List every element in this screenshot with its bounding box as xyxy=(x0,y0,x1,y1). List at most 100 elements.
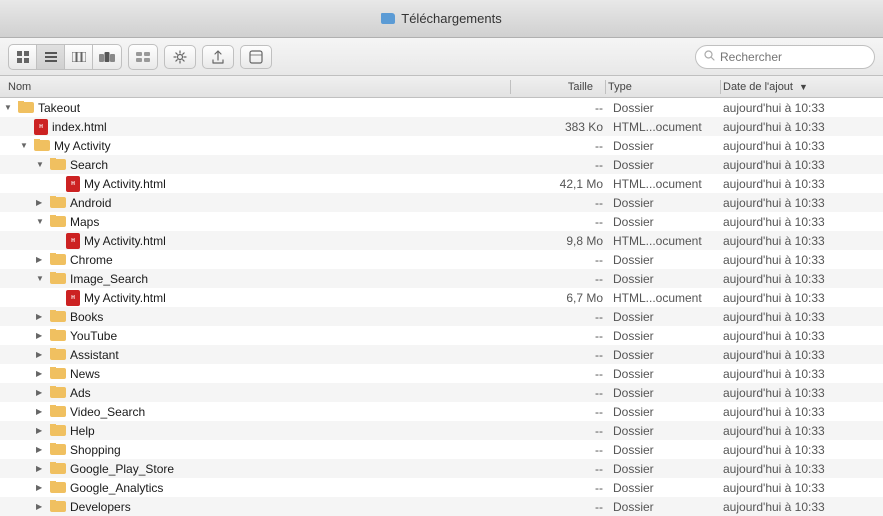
file-name-label: Search xyxy=(70,158,108,172)
settings-btn[interactable] xyxy=(164,45,196,69)
file-type-cell: HTML...ocument xyxy=(613,234,723,248)
file-size-cell: 6,7 Mo xyxy=(523,291,613,305)
column-headers: Nom Taille Type Date de l'ajout ▼ xyxy=(0,76,883,98)
expand-triangle[interactable]: ▼ xyxy=(36,274,48,283)
table-row[interactable]: ▶Android--Dossieraujourd'hui à 10:33 xyxy=(0,193,883,212)
table-row[interactable]: HMy Activity.html6,7 MoHTML...ocumentauj… xyxy=(0,288,883,307)
table-row[interactable]: ▶Google_Play_Store--Dossieraujourd'hui à… xyxy=(0,459,883,478)
file-size-cell: -- xyxy=(523,215,613,229)
expand-triangle[interactable]: ▶ xyxy=(36,445,48,454)
table-row[interactable]: ▶Video_Search--Dossieraujourd'hui à 10:3… xyxy=(0,402,883,421)
folder-icon xyxy=(50,463,66,474)
table-row[interactable]: HMy Activity.html42,1 MoHTML...ocumentau… xyxy=(0,174,883,193)
expand-triangle[interactable]: ▶ xyxy=(36,331,48,340)
file-type-cell: Dossier xyxy=(613,158,723,172)
file-type-cell: Dossier xyxy=(613,272,723,286)
file-type-cell: Dossier xyxy=(613,101,723,115)
col-divider-2 xyxy=(605,80,606,94)
table-row[interactable]: ▶Ads--Dossieraujourd'hui à 10:33 xyxy=(0,383,883,402)
table-row[interactable]: ▶Help--Dossieraujourd'hui à 10:33 xyxy=(0,421,883,440)
expand-triangle[interactable]: ▶ xyxy=(36,369,48,378)
file-name-label: My Activity.html xyxy=(84,291,166,305)
file-date-cell: aujourd'hui à 10:33 xyxy=(723,139,883,153)
folder-icon xyxy=(50,311,66,322)
file-size-cell: -- xyxy=(523,329,613,343)
table-row[interactable]: ▶Google_Analytics--Dossieraujourd'hui à … xyxy=(0,478,883,497)
file-date-cell: aujourd'hui à 10:33 xyxy=(723,291,883,305)
expand-triangle[interactable]: ▶ xyxy=(36,502,48,511)
table-row[interactable]: ▶News--Dossieraujourd'hui à 10:33 xyxy=(0,364,883,383)
table-row[interactable]: ▼My Activity--Dossieraujourd'hui à 10:33 xyxy=(0,136,883,155)
search-icon xyxy=(704,50,715,64)
table-row[interactable]: ▼Maps--Dossieraujourd'hui à 10:33 xyxy=(0,212,883,231)
file-date-cell: aujourd'hui à 10:33 xyxy=(723,386,883,400)
table-row[interactable]: Hindex.html383 KoHTML...ocumentaujourd'h… xyxy=(0,117,883,136)
expand-triangle[interactable]: ▶ xyxy=(36,198,48,207)
file-name-label: Developers xyxy=(70,500,131,514)
file-date-cell: aujourd'hui à 10:33 xyxy=(723,443,883,457)
expand-triangle[interactable]: ▼ xyxy=(36,160,48,169)
file-name-label: News xyxy=(70,367,100,381)
expand-triangle[interactable]: ▶ xyxy=(36,312,48,321)
coverflow-view-btn[interactable] xyxy=(93,45,121,69)
file-size-cell: 383 Ko xyxy=(523,120,613,134)
column-view-btn[interactable] xyxy=(65,45,93,69)
table-row[interactable]: ▼Search--Dossieraujourd'hui à 10:33 xyxy=(0,155,883,174)
file-size-cell: -- xyxy=(523,139,613,153)
tag-btn[interactable] xyxy=(240,45,272,69)
title-bar-title: Téléchargements xyxy=(381,11,501,26)
group-view-btn[interactable] xyxy=(129,45,157,69)
file-name-cell: ▼My Activity xyxy=(0,139,523,153)
file-type-cell: Dossier xyxy=(613,500,723,514)
col-header-taille[interactable]: Taille xyxy=(513,81,603,93)
file-size-cell: -- xyxy=(523,405,613,419)
table-row[interactable]: ▶Shopping--Dossieraujourd'hui à 10:33 xyxy=(0,440,883,459)
file-type-cell: HTML...ocument xyxy=(613,291,723,305)
expand-triangle[interactable]: ▶ xyxy=(36,483,48,492)
sort-arrow-icon: ▼ xyxy=(799,82,808,92)
file-type-cell: Dossier xyxy=(613,253,723,267)
col-header-type[interactable]: Type xyxy=(608,81,718,93)
file-date-cell: aujourd'hui à 10:33 xyxy=(723,310,883,324)
file-date-cell: aujourd'hui à 10:33 xyxy=(723,272,883,286)
expand-triangle[interactable]: ▶ xyxy=(36,426,48,435)
expand-triangle[interactable]: ▼ xyxy=(36,217,48,226)
table-row[interactable]: ▶Assistant--Dossieraujourd'hui à 10:33 xyxy=(0,345,883,364)
expand-triangle[interactable]: ▶ xyxy=(36,388,48,397)
file-name-cell: ▼Takeout xyxy=(0,101,523,115)
view-mode-group-1 xyxy=(8,44,122,70)
table-row[interactable]: ▶Chrome--Dossieraujourd'hui à 10:33 xyxy=(0,250,883,269)
file-date-cell: aujourd'hui à 10:33 xyxy=(723,462,883,476)
file-name-label: Google_Play_Store xyxy=(70,462,174,476)
search-input[interactable] xyxy=(720,50,866,64)
search-box[interactable] xyxy=(695,45,875,69)
window-title: Téléchargements xyxy=(401,11,501,26)
col-header-nom[interactable]: Nom xyxy=(8,81,508,93)
list-view-btn[interactable] xyxy=(37,45,65,69)
expand-triangle[interactable]: ▼ xyxy=(4,103,16,112)
table-row[interactable]: ▼Takeout--Dossieraujourd'hui à 10:33 xyxy=(0,98,883,117)
file-name-cell: Hindex.html xyxy=(0,119,523,135)
expand-triangle[interactable]: ▶ xyxy=(36,255,48,264)
expand-triangle[interactable]: ▼ xyxy=(20,141,32,150)
file-name-cell: HMy Activity.html xyxy=(0,233,523,249)
icon-view-btn[interactable] xyxy=(9,45,37,69)
file-name-cell: ▶Shopping xyxy=(0,443,523,457)
file-name-cell: ▶ Developers xyxy=(0,500,523,514)
file-size-cell: -- xyxy=(523,500,613,514)
file-name-cell: HMy Activity.html xyxy=(0,290,523,306)
table-row[interactable]: ▼Image_Search--Dossieraujourd'hui à 10:3… xyxy=(0,269,883,288)
expand-triangle[interactable]: ▶ xyxy=(36,464,48,473)
table-row[interactable]: HMy Activity.html9,8 MoHTML...ocumentauj… xyxy=(0,231,883,250)
file-type-cell: HTML...ocument xyxy=(613,177,723,191)
file-size-cell: -- xyxy=(523,253,613,267)
expand-triangle[interactable]: ▶ xyxy=(36,350,48,359)
table-row[interactable]: ▶Developers--Dossieraujourd'hui à 10:33 xyxy=(0,497,883,516)
col-divider-3 xyxy=(720,80,721,94)
col-header-date[interactable]: Date de l'ajout ▼ xyxy=(723,81,883,93)
table-row[interactable]: ▶Books--Dossieraujourd'hui à 10:33 xyxy=(0,307,883,326)
share-btn[interactable] xyxy=(202,45,234,69)
expand-triangle[interactable]: ▶ xyxy=(36,407,48,416)
table-row[interactable]: ▶YouTube--Dossieraujourd'hui à 10:33 xyxy=(0,326,883,345)
file-size-cell: -- xyxy=(523,101,613,115)
